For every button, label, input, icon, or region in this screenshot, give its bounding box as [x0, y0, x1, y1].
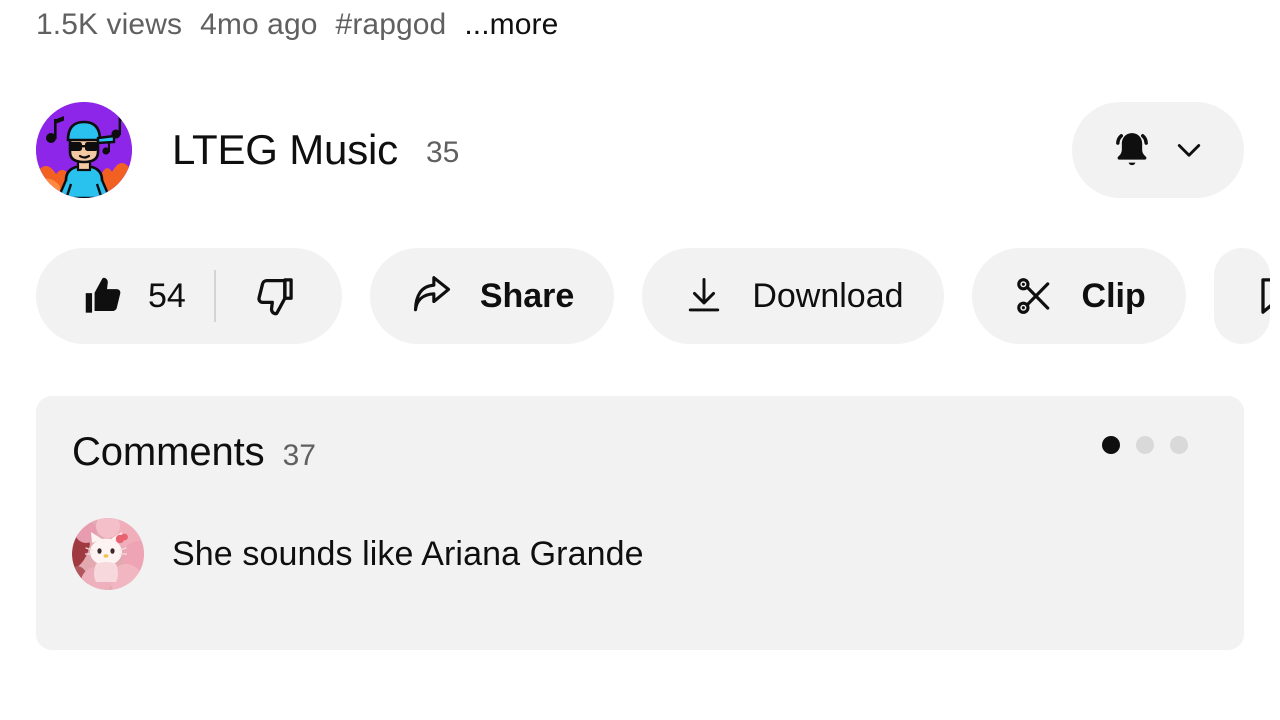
publish-date: 4mo ago	[200, 8, 318, 41]
pagination-dot-3[interactable]	[1170, 436, 1188, 454]
share-button[interactable]: Share	[369, 248, 615, 344]
comments-title: Comments	[72, 430, 265, 474]
thumbs-down-outline-icon	[252, 273, 298, 319]
download-label: Download	[752, 277, 904, 315]
comments-count: 37	[282, 439, 316, 472]
video-action-buttons-row: 54 Share Download Clip	[36, 248, 1270, 344]
comments-pagination-dots	[1102, 436, 1188, 454]
like-count: 54	[148, 277, 186, 315]
share-arrow-icon	[410, 274, 454, 318]
hashtag-rapgod[interactable]: #rapgod	[336, 6, 447, 44]
dislike-button[interactable]	[216, 248, 342, 344]
comments-panel[interactable]: Comments 37 She sounds like Ariana Grand…	[36, 396, 1244, 650]
channel-name[interactable]: LTEG Music	[172, 126, 398, 174]
show-more-button[interactable]: ...more	[464, 6, 558, 44]
comment-item[interactable]: She sounds like Ariana Grande	[72, 518, 644, 590]
clip-button[interactable]: Clip	[971, 248, 1186, 344]
chevron-down-icon	[1171, 132, 1207, 168]
pagination-dot-1[interactable]	[1102, 436, 1120, 454]
channel-row: LTEG Music 35	[36, 96, 1244, 204]
download-button[interactable]: Download	[642, 248, 944, 344]
bookmark-flag-icon	[1252, 274, 1270, 318]
video-metadata-row: 1.5K views 4mo ago #rapgod ...more	[36, 6, 558, 44]
view-count: 1.5K views	[36, 8, 183, 41]
like-dislike-group: 54	[36, 248, 342, 344]
thumbs-up-filled-icon	[80, 273, 126, 319]
subscriber-count: 35	[425, 136, 460, 169]
youtube-video-actions-page: 1.5K views 4mo ago #rapgod ...more LTEG …	[0, 0, 1280, 720]
channel-avatar[interactable]	[36, 102, 132, 198]
scissors-icon	[1012, 274, 1056, 318]
hello-kitty-avatar-icon	[72, 518, 144, 590]
commenter-avatar[interactable]	[72, 518, 144, 590]
like-button[interactable]: 54	[36, 248, 214, 344]
bell-ringing-icon	[1109, 127, 1155, 173]
comments-header: Comments 37	[72, 428, 316, 480]
music-producer-avatar-icon	[36, 102, 132, 198]
pagination-dot-2[interactable]	[1136, 436, 1154, 454]
notification-bell-button[interactable]	[1072, 102, 1244, 198]
save-button[interactable]	[1213, 248, 1270, 344]
clip-label: Clip	[1081, 277, 1146, 315]
share-label: Share	[479, 277, 575, 315]
download-arrow-icon	[682, 274, 726, 318]
comment-text: She sounds like Ariana Grande	[172, 535, 644, 573]
